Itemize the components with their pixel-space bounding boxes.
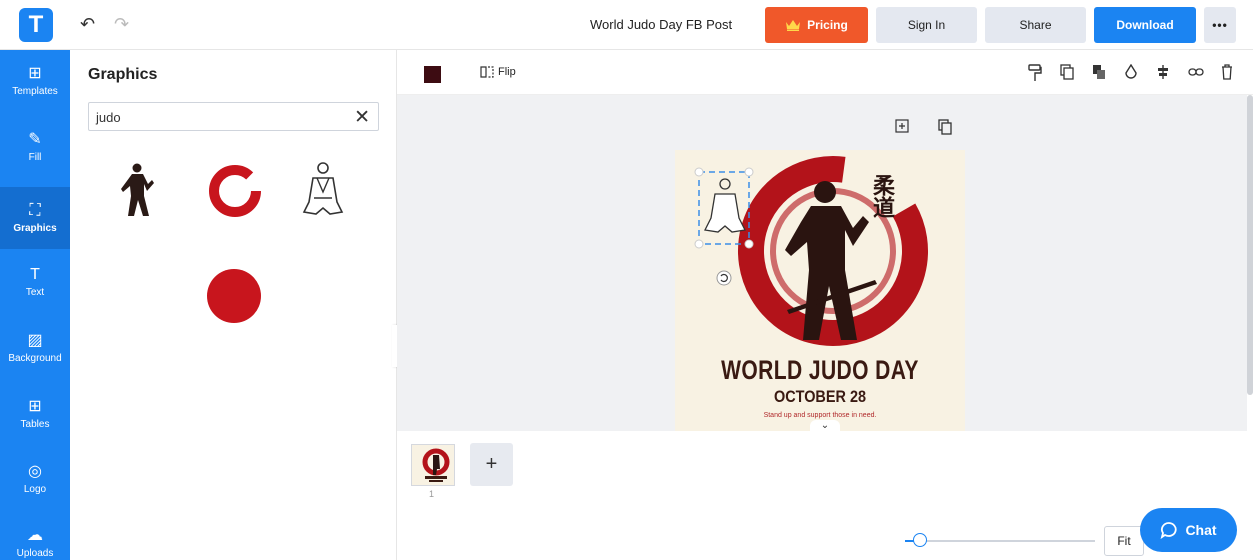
page-number: 1 [429,489,435,499]
design-artwork [694,156,928,346]
chat-button[interactable]: Chat [1140,508,1237,552]
sidebar-item-templates[interactable]: ⊞ Templates [0,50,70,112]
design-title[interactable]: WORLD JUDO DAY [707,355,933,386]
sidebar-item-tables[interactable]: ⊞ Tables [0,383,70,445]
align-icon[interactable] [1156,64,1170,80]
trash-icon[interactable] [1220,64,1234,80]
kanji-text: 柔道 [869,174,895,218]
cloud-upload-icon: ☁ [27,527,43,544]
canvas-area: 柔道 WORLD JUDO DAY OCTOBER 28 Stand up an… [397,95,1247,431]
layer-order-icon[interactable] [1092,64,1106,80]
chevron-down-icon[interactable]: ⌄ [810,420,840,431]
document-title[interactable]: World Judo Day FB Post [590,17,732,32]
design-canvas[interactable]: 柔道 WORLD JUDO DAY OCTOBER 28 Stand up an… [675,150,965,431]
flip-icon [480,66,494,78]
text-icon: T [30,266,40,283]
sidebar-item-label: Templates [12,86,58,97]
search-value: judo [96,110,121,125]
chat-bubble-icon [1161,522,1178,539]
design-date[interactable]: OCTOBER 28 [697,387,944,407]
redo-icon[interactable]: ↷ [114,14,129,35]
flip-button[interactable]: Flip [480,66,516,78]
sidebar-item-label: Background [8,353,62,364]
page-thumbnail[interactable] [411,444,455,486]
opacity-icon[interactable] [1124,64,1138,80]
pen-icon: ✎ [28,131,42,148]
design-tagline[interactable]: Stand up and support those in need. [675,412,965,419]
table-icon: ⊞ [28,398,42,415]
graphic-result-red-circle[interactable] [204,266,264,326]
zoom-slider-handle[interactable] [913,533,928,547]
close-icon[interactable]: ✕ [354,106,370,129]
more-options-button[interactable]: ••• [1204,7,1236,43]
pricing-label: Pricing [807,18,848,32]
paint-roller-icon[interactable] [1028,64,1042,82]
color-swatch[interactable] [424,66,441,83]
background-icon: ▨ [27,332,43,349]
top-bar: T ↶ ↷ World Judo Day FB Post Pricing Sig… [0,0,1253,50]
add-page-button[interactable]: + [470,443,513,486]
sidebar: ⊞ Templates ✎ Fill ⛶ Graphics T Text ▨ B… [0,50,70,560]
undo-icon[interactable]: ↶ [80,14,95,35]
thumbnail-preview [422,448,450,482]
pricing-button[interactable]: Pricing [765,7,868,43]
panel-title: Graphics [88,66,158,83]
sidebar-item-uploads[interactable]: ☁ Uploads [0,512,70,560]
crown-icon [786,20,801,31]
graphic-result-judoka-silhouette[interactable] [118,162,156,218]
sidebar-item-text[interactable]: T Text [0,251,70,313]
link-icon[interactable] [1188,64,1204,80]
sidebar-item-label: Uploads [16,548,54,559]
sidebar-item-label: Text [25,287,45,298]
duplicate-icon[interactable] [1060,64,1074,80]
sidebar-item-label: Graphics [13,223,57,234]
sidebar-item-label: Logo [23,484,47,495]
chat-label: Chat [1185,522,1217,538]
sidebar-item-fill[interactable]: ✎ Fill [0,116,70,178]
duplicate-page-icon[interactable] [938,119,952,135]
sidebar-item-graphics[interactable]: ⛶ Graphics [0,187,70,249]
zoom-fit-button[interactable]: Fit [1104,526,1144,556]
sidebar-item-label: Tables [20,419,50,430]
sign-in-button[interactable]: Sign In [876,7,977,43]
sidebar-item-label: Fill [28,152,42,163]
templates-icon: ⊞ [28,65,42,82]
flip-label: Flip [498,66,516,78]
add-page-above-icon[interactable] [895,119,909,133]
search-input[interactable]: judo ✕ [88,102,379,131]
sidebar-item-background[interactable]: ▨ Background [0,317,70,379]
graphics-panel: Graphics judo ✕ [70,50,397,560]
app-logo[interactable]: T [19,8,53,42]
rotate-handle-icon [716,270,732,286]
graphic-result-seated-judoka[interactable] [302,160,344,222]
shapes-icon: ⛶ [29,202,41,219]
zoom-slider[interactable] [905,540,1095,542]
canvas-scrollbar[interactable] [1247,95,1253,395]
editing-toolbar: Flip [397,50,1253,95]
share-button[interactable]: Share [985,7,1086,43]
logo-icon: ◎ [28,463,42,480]
download-button[interactable]: Download [1094,7,1196,43]
sidebar-item-logo[interactable]: ◎ Logo [0,448,70,510]
graphic-result-red-ring[interactable] [206,162,264,220]
